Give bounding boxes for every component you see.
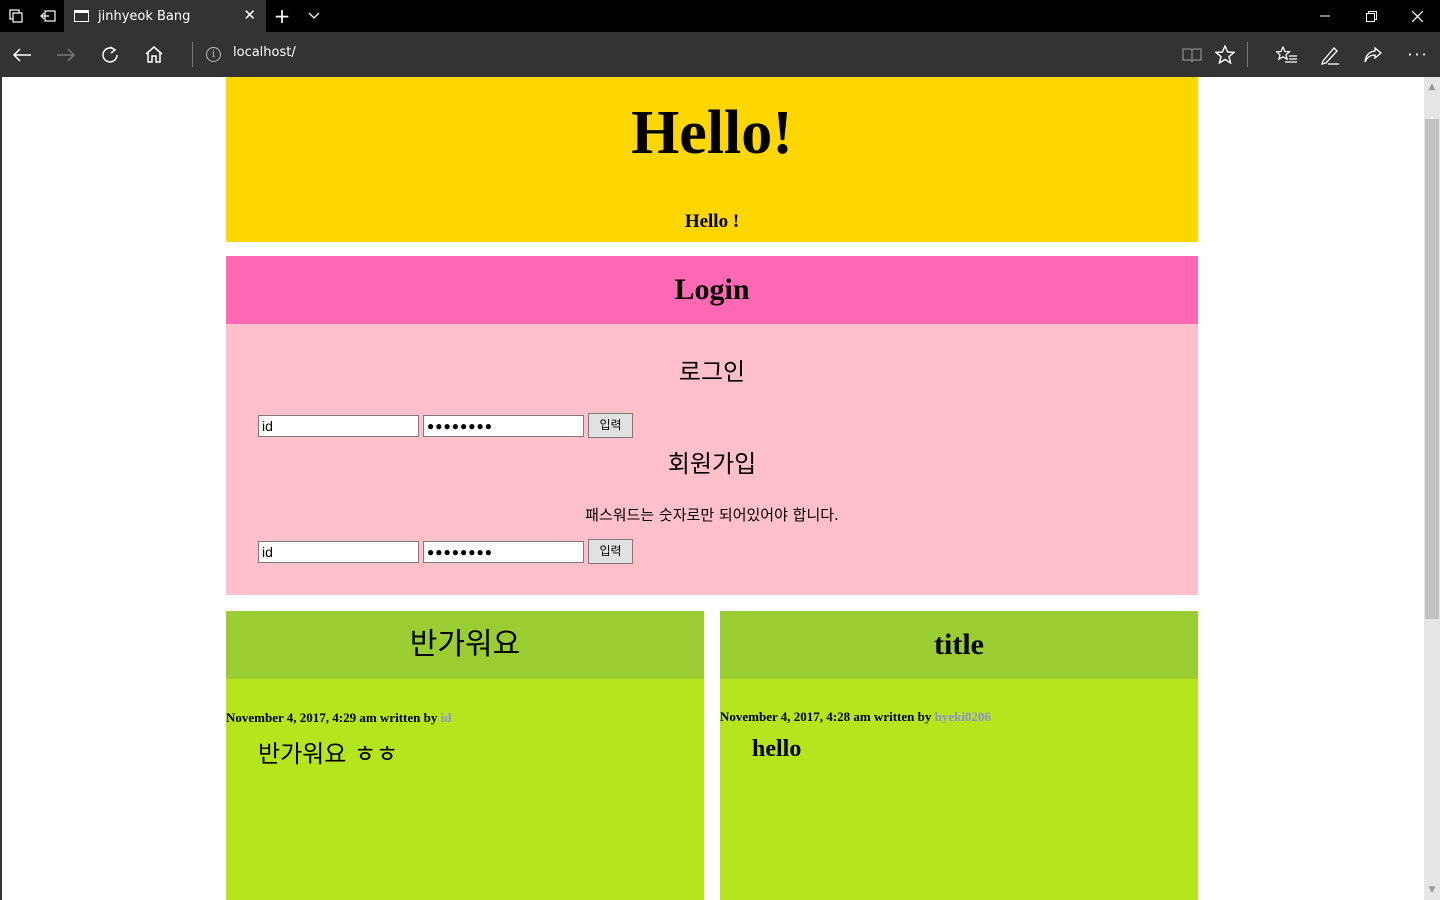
back-icon[interactable] — [0, 32, 44, 77]
post-meta: November 4, 2017, 4:29 am written by id — [226, 710, 451, 726]
post-card: November 4, 2017, 4:29 am written by id … — [226, 679, 704, 900]
post-meta: November 4, 2017, 4:28 am written by hye… — [720, 709, 991, 725]
vertical-scrollbar[interactable]: ▲ ▼ — [1424, 77, 1440, 900]
login-password-input[interactable]: ●●●●●●●● — [423, 415, 584, 437]
login-submit-button[interactable]: 입력 — [588, 413, 633, 438]
active-tab[interactable]: jinhyeok Bang ✕ — [64, 0, 266, 32]
close-tab-icon[interactable]: ✕ — [243, 6, 256, 24]
post-card: November 4, 2017, 4:28 am written by hye… — [720, 679, 1198, 900]
tab-bar: jinhyeok Bang ✕ + — [0, 0, 1440, 32]
nav-separator — [192, 42, 193, 67]
forward-icon[interactable] — [44, 32, 88, 77]
tab-list-chevron-icon[interactable] — [298, 0, 330, 32]
refresh-icon[interactable] — [88, 32, 132, 77]
login-section-heading: Login — [226, 256, 1198, 324]
signup-title: 회원가입 — [667, 450, 757, 478]
signup-password-note: 패스워드는 숫자로만 되어있어야 합니다. — [585, 506, 839, 524]
new-tab-icon[interactable]: + — [266, 0, 298, 32]
login-id-input[interactable]: id — [258, 415, 419, 437]
page-viewport: Hello! Hello ! Login 로그인 id ●●●●●●●● 입력 … — [0, 77, 1424, 900]
post-title: 반가워요 — [226, 611, 704, 679]
post-author-link[interactable]: hyeki0206 — [935, 709, 991, 724]
page-subtitle: Hello ! — [684, 211, 740, 232]
signup-submit-button[interactable]: 입력 — [588, 539, 633, 564]
favorite-star-icon[interactable] — [1203, 32, 1247, 77]
navigation-bar: i localhost/ ··· — [0, 32, 1440, 77]
post-content: 반가워요 ㅎㅎ — [258, 740, 399, 768]
pen-icon[interactable] — [1308, 32, 1352, 77]
address-bar[interactable]: localhost/ — [233, 45, 296, 60]
close-window-icon[interactable] — [1394, 0, 1440, 32]
nav-separator — [1247, 42, 1248, 67]
info-icon[interactable]: i — [206, 47, 221, 62]
post-author-link[interactable]: id — [441, 710, 452, 725]
scroll-down-icon[interactable]: ▼ — [1424, 882, 1440, 898]
post-content: hello — [752, 736, 802, 762]
site-header: Hello! Hello ! — [226, 77, 1198, 242]
minimize-icon[interactable] — [1302, 0, 1348, 32]
share-icon[interactable] — [1351, 32, 1395, 77]
page-title: Hello! — [631, 99, 793, 167]
tab-manager-icon[interactable] — [0, 0, 32, 32]
scroll-up-icon[interactable]: ▲ — [1424, 79, 1440, 95]
home-icon[interactable] — [132, 32, 176, 77]
post-date: November 4, 2017, 4:29 am written by — [226, 710, 441, 725]
more-icon[interactable]: ··· — [1396, 32, 1440, 77]
scroll-thumb[interactable] — [1425, 119, 1439, 619]
restore-icon[interactable] — [1348, 0, 1394, 32]
signup-id-input[interactable]: id — [258, 541, 419, 563]
page-icon — [74, 10, 89, 22]
tab-title: jinhyeok Bang — [98, 8, 191, 24]
login-section: 로그인 id ●●●●●●●● 입력 회원가입 패스워드는 숫자로만 되어있어야… — [226, 324, 1198, 595]
post-date: November 4, 2017, 4:28 am written by — [720, 709, 935, 724]
favorites-hub-icon[interactable] — [1265, 32, 1309, 77]
post-title: title — [720, 611, 1198, 679]
signup-password-input[interactable]: ●●●●●●●● — [423, 541, 584, 563]
login-title: 로그인 — [678, 358, 746, 386]
window-edge — [0, 77, 2, 900]
set-tabs-aside-icon[interactable] — [32, 0, 64, 32]
